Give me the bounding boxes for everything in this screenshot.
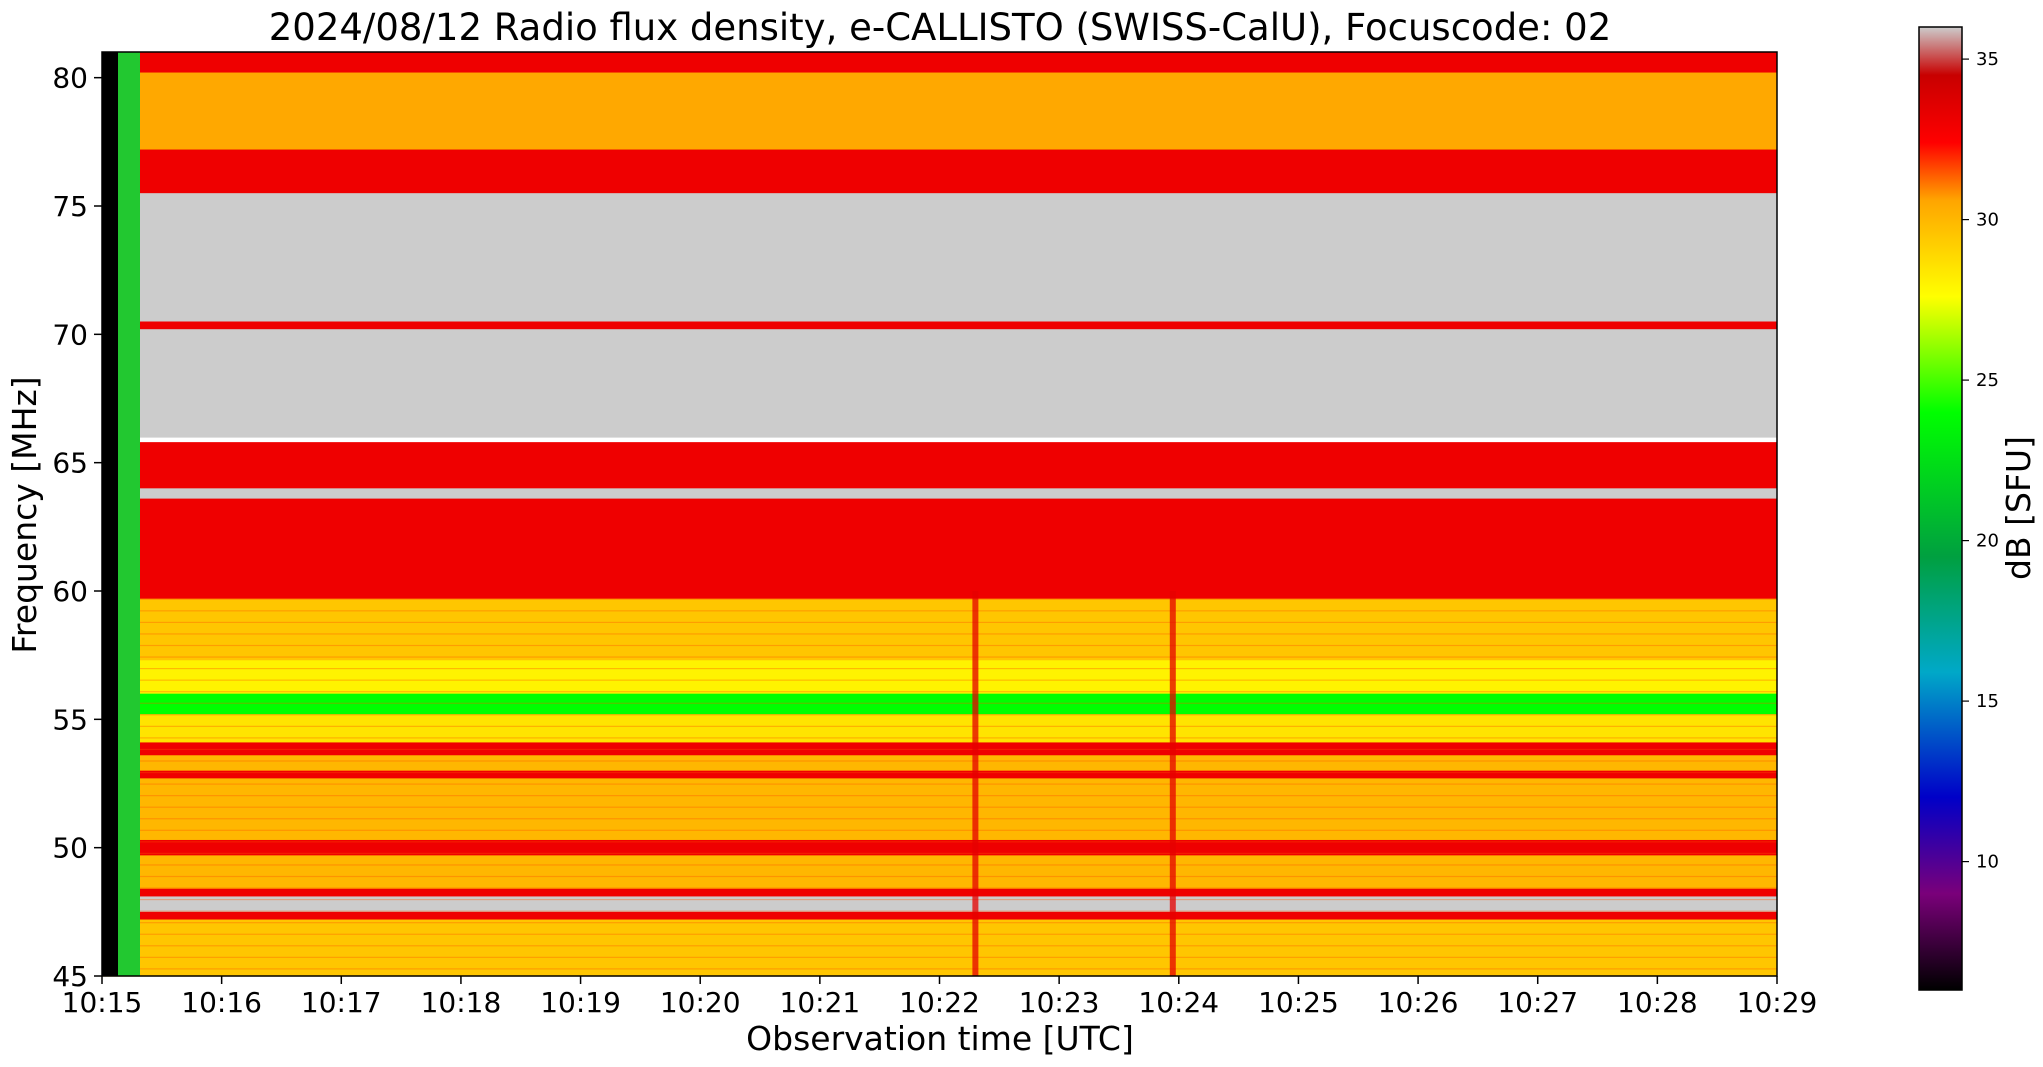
- y-axis-ticks: 45 50 55 60 65 70 75 80: [52, 62, 102, 993]
- spectrogram-texture-line: [102, 737, 1777, 739]
- y-axis-label: Frequency [MHz]: [5, 376, 44, 653]
- spectrogram-band: [102, 855, 1777, 890]
- spectrogram-texture-line: [102, 806, 1777, 808]
- spectrogram-band: [102, 888, 1777, 898]
- x-tick-label: 10:21: [780, 986, 861, 1019]
- spectrogram-band: [102, 149, 1777, 194]
- colorbar-ticks: 10 15 20 25 30 35: [1962, 49, 1999, 873]
- spectrogram-band: [102, 778, 1777, 841]
- y-tick-label: 65: [52, 447, 88, 480]
- spectrogram-band: [102, 193, 1777, 323]
- spectrogram-band: [102, 442, 1777, 489]
- x-tick-label: 10:16: [181, 986, 262, 1019]
- x-axis-ticks: 10:15 10:16 10:17 10:18 10:19 10:20 10:21 10:22…: [62, 976, 1818, 1019]
- spectrogram-texture-line: [102, 610, 1777, 612]
- spectrogram-band: [102, 488, 1777, 500]
- spectrogram-band: [102, 321, 1777, 330]
- spectrogram-band: [102, 755, 1777, 772]
- spectrogram-band: [102, 770, 1777, 779]
- spectrogram-texture-line: [102, 760, 1777, 762]
- x-tick-label: 10:25: [1258, 986, 1339, 1019]
- spectrogram-band: [102, 329, 1777, 438]
- spectrogram-start-column: [102, 52, 118, 976]
- y-tick-label: 80: [52, 62, 88, 95]
- spectrogram-texture-line: [102, 771, 1777, 774]
- spectrogram-plot-area: [101, 51, 1778, 977]
- colorbar: [1918, 26, 1963, 991]
- spectrogram-texture-line: [102, 922, 1777, 924]
- spectrogram-texture-line: [102, 621, 1777, 623]
- spectrogram-texture-line: [102, 899, 1777, 901]
- spectrogram-texture-line: [102, 956, 1777, 958]
- spectrogram-texture-line: [102, 852, 1777, 854]
- colorbar-label: dB [SFU]: [1999, 436, 2038, 580]
- spectrogram-band: [102, 660, 1777, 695]
- spectrogram-band: [102, 693, 1777, 715]
- x-tick-label: 10:29: [1737, 986, 1818, 1019]
- x-tick-label: 10:22: [899, 986, 980, 1019]
- spectrogram-texture-line: [102, 841, 1777, 843]
- chart-title: 2024/08/12 Radio flux density, e-CALLIST…: [269, 6, 1612, 49]
- burst-line: [1169, 591, 1176, 976]
- spectrogram-band: [102, 598, 1777, 661]
- x-tick-label: 10:18: [421, 986, 502, 1019]
- spectrogram-start-column: [118, 52, 140, 976]
- x-tick-label: 10:28: [1617, 986, 1698, 1019]
- spectrogram-band: [102, 714, 1777, 744]
- spectrogram-texture-line: [102, 679, 1777, 681]
- x-tick-label: 10:24: [1138, 986, 1219, 1019]
- spectrogram-chart: 2024/08/12 Radio flux density, e-CALLIST…: [5, 6, 2038, 1058]
- spectrogram-texture-line: [102, 702, 1777, 704]
- spectrogram-texture-line: [102, 691, 1777, 693]
- spectrogram-band: [102, 498, 1777, 600]
- y-tick-label: 60: [52, 575, 88, 608]
- x-tick-label: 10:19: [540, 986, 621, 1019]
- spectrogram-band: [102, 896, 1777, 913]
- colorbar-tick-label: 30: [1976, 210, 1999, 231]
- colorbar-tick-label: 35: [1976, 49, 1999, 70]
- spectrogram-texture-line: [102, 910, 1777, 912]
- spectrogram-texture-line: [102, 725, 1777, 727]
- spectrogram-texture-line: [102, 864, 1777, 866]
- x-axis-label: Observation time [UTC]: [746, 1019, 1134, 1058]
- spectrogram-texture-line: [102, 644, 1777, 647]
- spectrogram-band: [102, 919, 1777, 977]
- spectrogram-texture-line: [102, 945, 1777, 947]
- colorbar-tick-label: 15: [1976, 691, 1999, 712]
- colorbar-tick-label: 10: [1976, 852, 1999, 873]
- x-tick-label: 10:26: [1378, 986, 1459, 1019]
- spectrogram-texture-line: [102, 875, 1777, 878]
- spectrogram-texture-line: [102, 795, 1777, 797]
- spectrogram-band: [102, 72, 1777, 151]
- spectrogram-texture-line: [102, 598, 1777, 600]
- spectrogram-texture-line: [102, 656, 1777, 658]
- spectrogram-texture-line: [102, 633, 1777, 635]
- y-tick-label: 70: [52, 318, 88, 351]
- spectrogram-texture-line: [102, 887, 1777, 889]
- spectrogram-texture-line: [102, 668, 1777, 670]
- x-tick-label: 10:20: [660, 986, 741, 1019]
- burst-line: [972, 591, 979, 976]
- y-tick-label: 55: [52, 703, 88, 736]
- y-tick-label: 50: [52, 832, 88, 865]
- spectrogram-texture-line: [102, 829, 1777, 831]
- spectrogram-texture-line: [102, 933, 1777, 935]
- colorbar-tick-label: 20: [1976, 531, 1999, 552]
- spectrogram-texture-line: [102, 968, 1777, 970]
- x-tick-label: 10:17: [301, 986, 382, 1019]
- spectrogram-texture-line: [102, 818, 1777, 820]
- spectrogram-band: [102, 52, 1777, 74]
- y-tick-label: 75: [52, 190, 88, 223]
- spectrogram-texture-line: [102, 748, 1777, 751]
- y-tick-label: 45: [52, 960, 88, 993]
- colorbar-tick-label: 25: [1976, 370, 1999, 391]
- x-tick-label: 10:23: [1019, 986, 1100, 1019]
- spectrogram-band: [102, 911, 1777, 921]
- spectrogram-texture-line: [102, 783, 1777, 785]
- spectrogram-texture-line: [102, 714, 1777, 716]
- x-tick-label: 10:27: [1497, 986, 1578, 1019]
